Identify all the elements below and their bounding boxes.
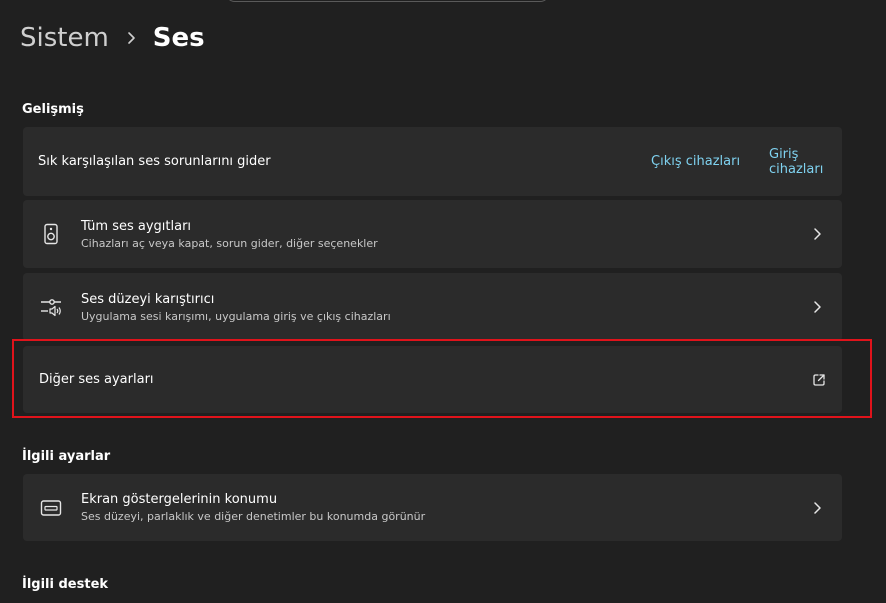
all-sound-devices-subtitle: Cihazları aç veya kapat, sorun gider, di…	[81, 236, 378, 250]
section-title-advanced: Gelişmiş	[22, 102, 84, 117]
chevron-right-icon	[810, 501, 824, 515]
troubleshoot-label: Sık karşılaşılan ses sorunlarını gider	[38, 154, 271, 169]
display-overlay-icon	[40, 497, 62, 519]
osd-position-subtitle: Ses düzeyi, parlaklık ve diğer denetimle…	[81, 510, 426, 523]
external-link-icon	[812, 373, 826, 387]
section-title-related-settings: İlgili ayarlar	[22, 449, 111, 464]
section-title-related-support: İlgili destek	[22, 577, 109, 592]
chevron-right-icon	[810, 300, 824, 314]
breadcrumb: Sistem Ses	[20, 20, 205, 56]
input-devices-link[interactable]: Giriş cihazları	[769, 147, 842, 177]
output-devices-link[interactable]: Çıkış cihazları	[651, 154, 740, 169]
volume-mixer-subtitle: Uygulama sesi karışımı, uygulama giriş v…	[81, 309, 391, 323]
all-sound-devices-card[interactable]: Tüm ses aygıtları Cihazları aç veya kapa…	[23, 200, 842, 268]
osd-position-card[interactable]: Ekran göstergelerinin konumu Ses düzeyi,…	[23, 474, 842, 541]
volume-mixer-title: Ses düzeyi karıştırıcı	[81, 291, 215, 307]
search-box-edge[interactable]	[225, 0, 550, 2]
volume-mixer-card[interactable]: Ses düzeyi karıştırıcı Uygulama sesi kar…	[23, 273, 842, 341]
mixer-icon	[40, 296, 62, 318]
page-title: Ses	[152, 23, 205, 53]
osd-position-title: Ekran göstergelerinin konumu	[81, 492, 278, 507]
chevron-right-icon	[109, 20, 153, 56]
all-sound-devices-title: Tüm ses aygıtları	[81, 218, 192, 234]
settings-page: Sistem Ses Gelişmiş Sık karşılaşılan ses…	[0, 0, 886, 603]
speaker-icon	[40, 223, 62, 245]
chevron-right-icon	[810, 227, 824, 241]
troubleshoot-card: Sık karşılaşılan ses sorunlarını gider Ç…	[23, 127, 842, 196]
more-sound-settings-title: Diğer ses ayarları	[39, 372, 154, 387]
more-sound-settings-card[interactable]: Diğer ses ayarları	[23, 346, 842, 413]
breadcrumb-parent[interactable]: Sistem	[20, 23, 109, 53]
